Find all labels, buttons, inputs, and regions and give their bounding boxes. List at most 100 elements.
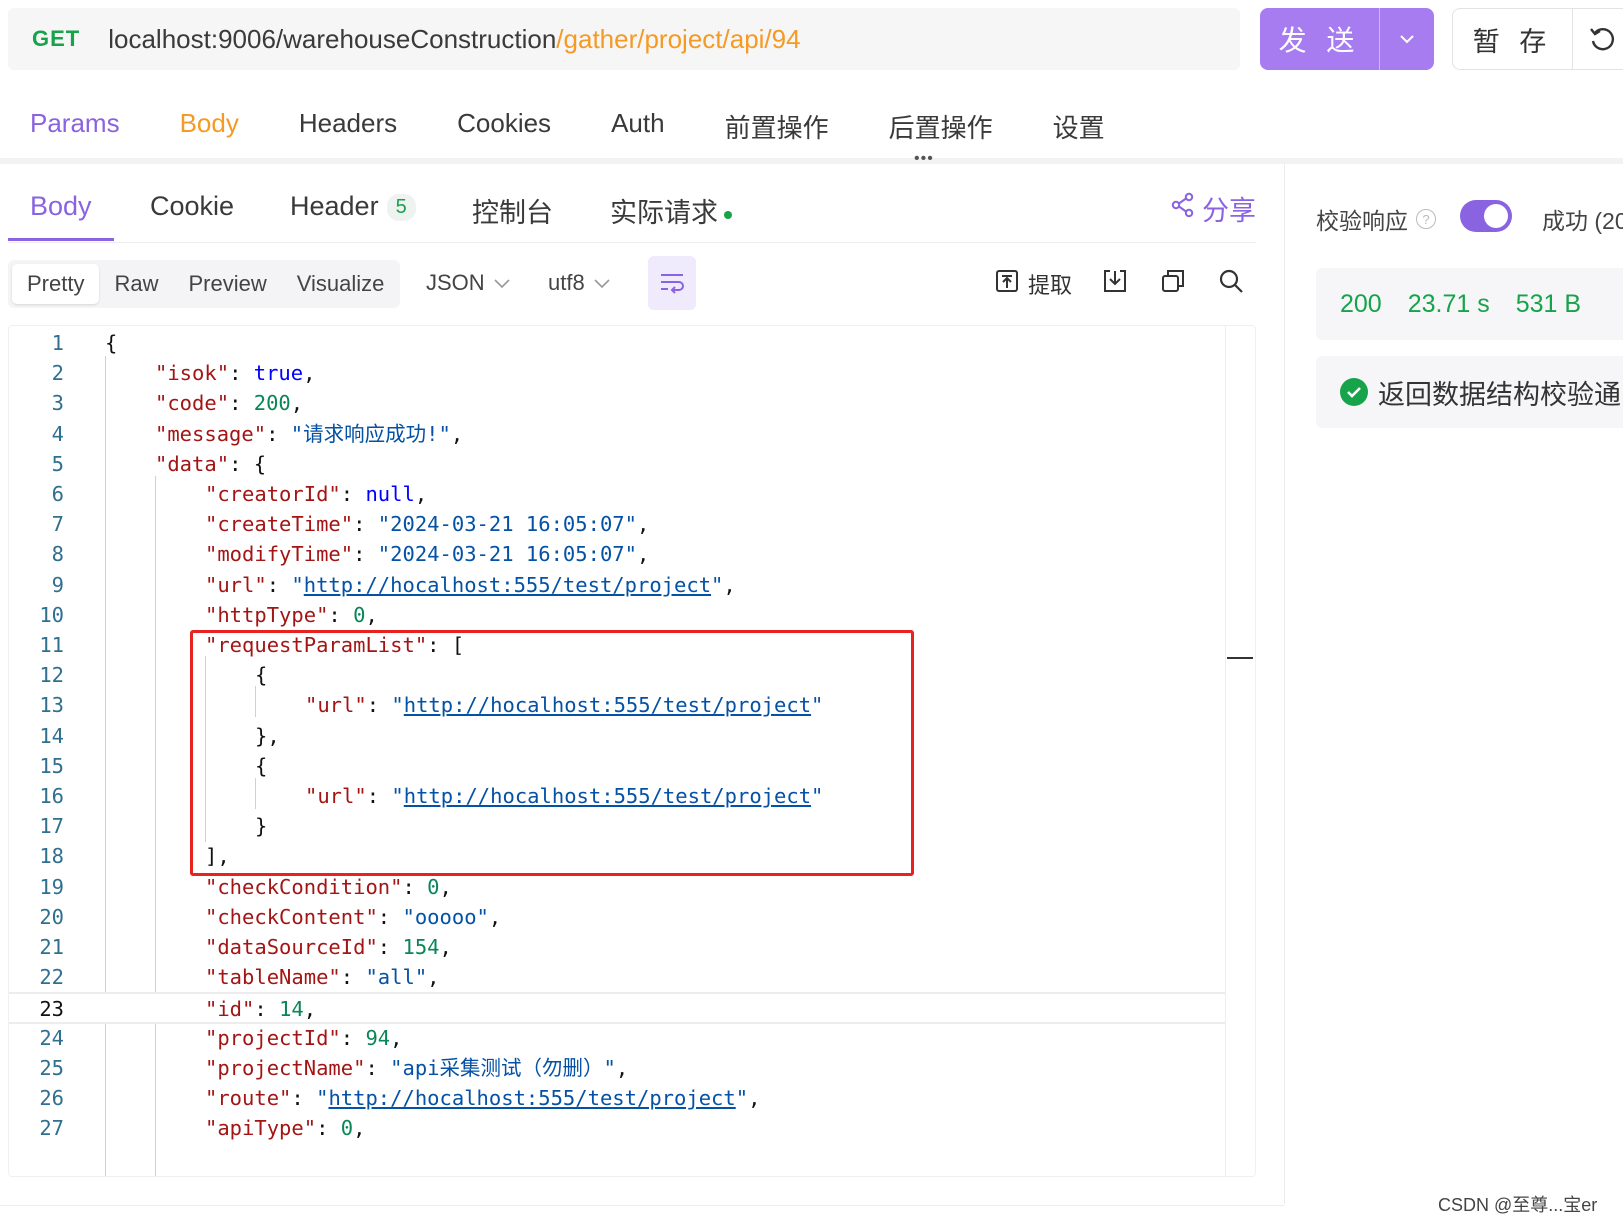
code-line: 27 "apiType": 0, — [9, 1113, 1225, 1144]
code-line: 23 "id": 14, — [9, 992, 1225, 1024]
url-bar[interactable]: GET localhost:9006/warehouseConstruction… — [8, 8, 1240, 70]
code-text: "code": 200, — [155, 391, 304, 416]
code-text: "createTime": "2024-03-21 16:05:07", — [205, 512, 650, 537]
code-line: 1{ — [9, 328, 1225, 359]
tab-post-operations[interactable]: 后置操作 — [889, 108, 993, 145]
panel-split[interactable] — [1284, 164, 1285, 1204]
line-number: 4 — [51, 421, 64, 446]
tab-headers[interactable]: Headers — [299, 108, 397, 145]
code-text: "httpType": 0, — [205, 602, 378, 627]
status-dot-icon — [724, 210, 732, 219]
code-text: "projectName": "api采集测试（勿删）", — [205, 1055, 629, 1080]
code-text: "projectId": 94, — [205, 1025, 403, 1050]
response-tabs: Body Cookie Header 5 控制台 实际请求 分享 — [8, 165, 1256, 243]
mode-pretty[interactable]: Pretty — [12, 264, 100, 304]
request-tabs: Params Body Headers Cookies Auth 前置操作 后置… — [30, 108, 1165, 145]
vertical-scrollbar[interactable] — [1225, 326, 1255, 1176]
tab-params[interactable]: Params — [30, 108, 120, 145]
line-number: 6 — [51, 482, 64, 506]
encoding-select-value: utf8 — [548, 270, 585, 295]
code-line: 3 "code": 200, — [9, 388, 1225, 419]
drag-handle-icon[interactable]: ••• — [914, 151, 934, 167]
url-base: localhost:9006/warehouseConstruction — [108, 23, 557, 54]
code-text: "url": "http://hocalhost:555/test/projec… — [205, 572, 736, 597]
validate-response-label: 校验响应 ? — [1316, 202, 1436, 236]
help-icon[interactable]: ? — [1416, 209, 1436, 229]
tab-response-cookie[interactable]: Cookie — [150, 191, 234, 222]
code-text: "checkContent": "ooooo", — [205, 904, 502, 929]
word-wrap-icon[interactable] — [648, 256, 696, 310]
code-text: "message": "请求响应成功!", — [155, 421, 464, 446]
url-input[interactable]: localhost:9006/warehouseConstruction/gat… — [108, 24, 800, 55]
tab-settings[interactable]: 设置 — [1053, 108, 1105, 145]
chevron-down-icon[interactable] — [1380, 8, 1434, 70]
line-number: 22 — [39, 965, 64, 990]
code-text: "isok": true, — [155, 361, 316, 386]
url-path: /gather/project/api/94 — [556, 23, 801, 54]
extract-button[interactable]: 提取 — [994, 268, 1072, 300]
validate-response-text: 校验响应 — [1316, 208, 1408, 234]
tab-actual-request-label: 实际请求 — [610, 198, 718, 228]
line-number: 25 — [39, 1055, 64, 1080]
watermark: CSDN @至尊...宝er — [1438, 1195, 1598, 1215]
header-count-badge: 5 — [386, 194, 416, 222]
encoding-select[interactable]: utf8 — [548, 270, 611, 296]
format-select-value: JSON — [426, 270, 485, 295]
format-select[interactable]: JSON — [426, 270, 511, 296]
validation-message: 返回数据结构校验通 — [1378, 379, 1621, 410]
toggle-knob — [1484, 204, 1508, 228]
tab-response-body[interactable]: Body — [30, 191, 92, 222]
line-number: 26 — [39, 1086, 64, 1110]
tab-pre-operations[interactable]: 前置操作 — [725, 108, 829, 145]
line-number: 11 — [39, 633, 64, 657]
mode-visualize[interactable]: Visualize — [282, 264, 400, 304]
mode-raw[interactable]: Raw — [99, 264, 173, 304]
line-number: 10 — [39, 602, 64, 627]
http-method[interactable]: GET — [32, 26, 80, 52]
tab-cookies[interactable]: Cookies — [457, 108, 551, 145]
line-number: 20 — [39, 904, 64, 929]
line-number: 9 — [51, 572, 64, 597]
extract-label: 提取 — [1028, 273, 1073, 298]
line-number: 14 — [39, 723, 64, 748]
line-number: 27 — [39, 1116, 64, 1141]
response-stats: 200 23.71 s 531 B — [1316, 268, 1623, 340]
reset-icon[interactable] — [1572, 8, 1623, 70]
scrollbar-thumb[interactable] — [1227, 657, 1253, 659]
code-line: 7 "createTime": "2024-03-21 16:05:07", — [9, 509, 1225, 540]
code-text: "apiType": 0, — [205, 1116, 366, 1141]
validate-response-toggle[interactable] — [1460, 200, 1512, 232]
response-time: 23.71 s — [1407, 289, 1490, 318]
send-button-label[interactable]: 发 送 — [1260, 8, 1380, 70]
tab-response-header[interactable]: Header 5 — [290, 191, 416, 222]
send-button[interactable]: 发 送 — [1260, 8, 1434, 70]
code-line: 25 "projectName": "api采集测试（勿删）", — [9, 1053, 1225, 1084]
tab-response-header-label: Header — [290, 191, 379, 221]
code-line: 20 "checkContent": "ooooo", — [9, 902, 1225, 933]
share-button[interactable]: 分享 — [1170, 189, 1256, 228]
validation-result-label[interactable]: 成功 (20 — [1542, 202, 1623, 236]
bottom-divider — [0, 1205, 1284, 1206]
code-text: "modifyTime": "2024-03-21 16:05:07", — [205, 542, 650, 567]
chevron-down-icon — [493, 270, 511, 296]
code-text: "tableName": "all", — [205, 965, 440, 990]
code-line: 2 "isok": true, — [9, 358, 1225, 389]
save-draft-button[interactable]: 暂 存 — [1452, 8, 1572, 70]
line-number: 19 — [39, 874, 64, 899]
line-number: 21 — [39, 935, 64, 959]
tab-auth[interactable]: Auth — [611, 108, 665, 145]
copy-icon[interactable] — [1160, 268, 1186, 294]
validation-result-card: 返回数据结构校验通 — [1316, 356, 1623, 428]
tab-console[interactable]: 控制台 — [472, 191, 553, 230]
line-number: 3 — [51, 391, 64, 416]
search-icon[interactable] — [1218, 268, 1244, 294]
code-text: "dataSourceId": 154, — [205, 935, 452, 959]
mode-preview[interactable]: Preview — [173, 264, 281, 304]
view-mode-switch: Pretty Raw Preview Visualize — [8, 260, 400, 308]
download-icon[interactable] — [1102, 268, 1128, 294]
active-tab-indicator — [8, 238, 114, 241]
line-number: 12 — [39, 663, 64, 688]
tab-body[interactable]: Body — [180, 108, 239, 145]
tab-actual-request[interactable]: 实际请求 — [610, 191, 732, 230]
panel-divider[interactable] — [0, 158, 1623, 164]
